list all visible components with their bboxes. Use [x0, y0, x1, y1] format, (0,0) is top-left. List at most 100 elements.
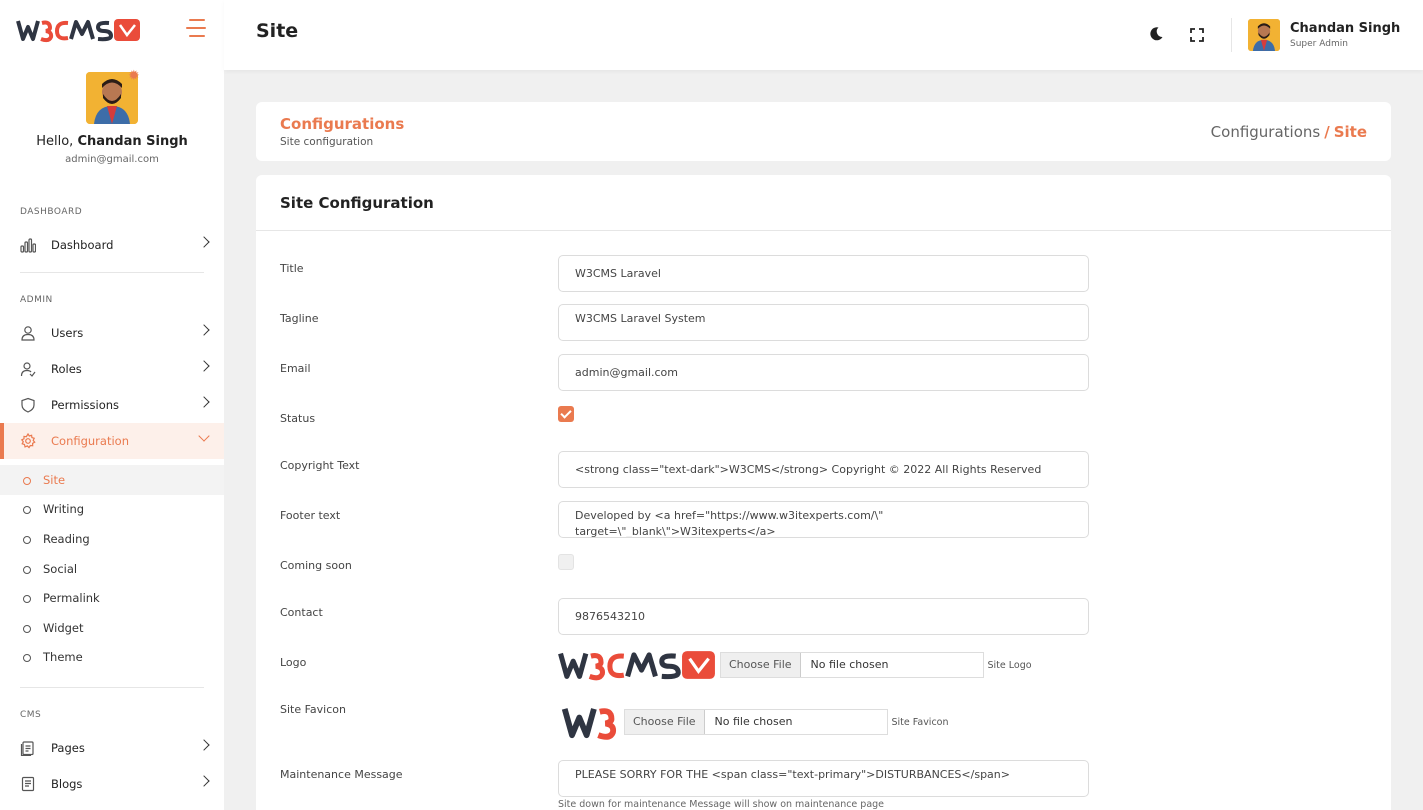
choose-file-button[interactable]: Choose File [721, 653, 801, 677]
breadcrumb-separator: / [1324, 123, 1330, 141]
section-title: Configurations [280, 115, 405, 133]
email-label: Email [280, 362, 311, 375]
breadcrumb-current: Site [1333, 123, 1367, 141]
profile-name: Chandan Singh [77, 134, 188, 149]
maintenance-textarea[interactable]: PLEASE SORRY FOR THE <span class="text-p… [558, 760, 1089, 797]
sidebar-subitem-reading[interactable]: Reading [0, 524, 224, 554]
chevron-down-icon [198, 430, 210, 442]
sidebar-item-label: Roles [51, 362, 82, 376]
breadcrumb-card: Configurations Site configuration Config… [256, 102, 1391, 161]
sidebar-item-permissions[interactable]: Permissions [0, 387, 224, 423]
sidebar-item-label: Configuration [51, 434, 129, 448]
footer-label: Footer text [280, 509, 341, 522]
section-subtitle: Site configuration [280, 136, 374, 148]
email-input[interactable] [558, 354, 1089, 391]
sidebar-item-label: Permissions [51, 398, 120, 412]
moon-icon[interactable] [1148, 26, 1164, 42]
chevron-right-icon [198, 324, 210, 336]
settings-icon [20, 433, 36, 449]
sidebar-item-label: Blogs [51, 777, 83, 791]
profile-email: admin@gmail.com [65, 154, 159, 165]
logo-hint: Site Logo [987, 659, 1032, 671]
breadcrumb: Configurations / Site [1211, 123, 1367, 141]
sidebar-item-roles[interactable]: Roles [0, 351, 224, 387]
chevron-right-icon [198, 396, 210, 408]
gear-icon[interactable]: ✹ [128, 68, 140, 84]
user-name[interactable]: Chandan Singh [1290, 21, 1400, 36]
section-dashboard: DASHBOARD [20, 207, 83, 217]
sidebar-item-users[interactable]: Users [0, 315, 224, 351]
coming-soon-checkbox[interactable] [558, 554, 574, 570]
maintenance-label: Maintenance Message [280, 768, 403, 781]
coming-soon-label: Coming soon [280, 559, 352, 572]
logo-file-input[interactable]: Choose File No file chosen [720, 652, 984, 678]
tagline-textarea[interactable]: W3CMS Laravel System [558, 304, 1089, 341]
file-name: No file chosen [800, 653, 983, 677]
status-label: Status [280, 412, 316, 425]
sidebar-item-label: Users [51, 326, 84, 340]
logo-uploader: Choose File No file chosen Site Logo [558, 648, 1032, 682]
profile: ✹ Hello, Chandan Singh admin@gmail.com [0, 68, 224, 165]
card-title: Site Configuration [280, 194, 434, 212]
sidebar-subitem-site[interactable]: Site [0, 465, 224, 495]
site-config-card: Site Configuration Title Tagline W3CMS L… [256, 175, 1391, 810]
breadcrumb-link-configurations[interactable]: Configurations [1211, 123, 1321, 141]
divider [1231, 18, 1232, 52]
section-admin: ADMIN [20, 295, 53, 305]
avatar[interactable] [1248, 19, 1280, 51]
tagline-label: Tagline [280, 312, 319, 325]
logo-label: Logo [280, 656, 307, 669]
sidebar-item-blogs[interactable]: Blogs [0, 766, 224, 802]
page-icon [20, 740, 36, 756]
title-input[interactable] [558, 255, 1089, 292]
sidebar-item-pages[interactable]: Pages [0, 730, 224, 766]
section-cms: CMS [20, 710, 42, 720]
chevron-right-icon [198, 236, 210, 248]
brand-logo[interactable] [16, 17, 144, 43]
favicon-uploader: Choose File No file chosen Site Favicon [558, 703, 949, 741]
user-role: Super Admin [1290, 39, 1348, 49]
favicon-hint: Site Favicon [891, 716, 949, 728]
hamburger-icon[interactable] [186, 19, 208, 39]
sidebar-subitem-theme[interactable]: Theme [0, 642, 224, 672]
sidebar-item-label: Dashboard [51, 238, 114, 252]
chart-icon [20, 237, 36, 253]
favicon-file-input[interactable]: Choose File No file chosen [624, 709, 888, 735]
copyright-label: Copyright Text [280, 459, 360, 472]
top-bar: Site Chandan Singh Super Admin [224, 0, 1423, 70]
brand [0, 0, 224, 58]
title-label: Title [280, 262, 304, 275]
profile-greeting: Hello, Chandan Singh [36, 134, 188, 149]
sidebar-subitem-permalink[interactable]: Permalink [0, 583, 224, 613]
card-header: Site Configuration [256, 175, 1391, 231]
chevron-right-icon [198, 360, 210, 372]
sidebar-subitem-social[interactable]: Social [0, 554, 224, 584]
sidebar-item-label: Pages [51, 741, 85, 755]
sidebar-item-configuration[interactable]: Configuration [0, 423, 224, 459]
shield-icon [20, 397, 36, 413]
maintenance-help: Site down for maintenance Message will s… [558, 799, 885, 810]
users-icon [20, 361, 36, 377]
sidebar-item-dashboard[interactable]: Dashboard [0, 227, 224, 263]
chevron-right-icon [198, 739, 210, 751]
chevron-right-icon [198, 775, 210, 787]
contact-label: Contact [280, 606, 323, 619]
user-icon [20, 325, 36, 341]
choose-file-button[interactable]: Choose File [625, 710, 705, 734]
favicon-preview [561, 708, 617, 740]
expand-icon[interactable] [1190, 28, 1204, 42]
page-title: Site [256, 20, 299, 42]
favicon-label: Site Favicon [280, 703, 346, 716]
footer-textarea[interactable]: Developed by <a href="https://www.w3itex… [558, 501, 1089, 538]
divider [20, 687, 204, 688]
status-checkbox[interactable] [558, 406, 574, 422]
divider [20, 272, 204, 273]
logo-preview [558, 651, 715, 681]
sidebar: ✹ Hello, Chandan Singh admin@gmail.com D… [0, 0, 224, 810]
contact-input[interactable] [558, 598, 1089, 635]
file-name: No file chosen [704, 710, 887, 734]
sidebar-subitem-widget[interactable]: Widget [0, 613, 224, 643]
sidebar-subitem-writing[interactable]: Writing [0, 494, 224, 524]
blog-icon [20, 776, 36, 792]
copyright-input[interactable] [558, 451, 1089, 488]
